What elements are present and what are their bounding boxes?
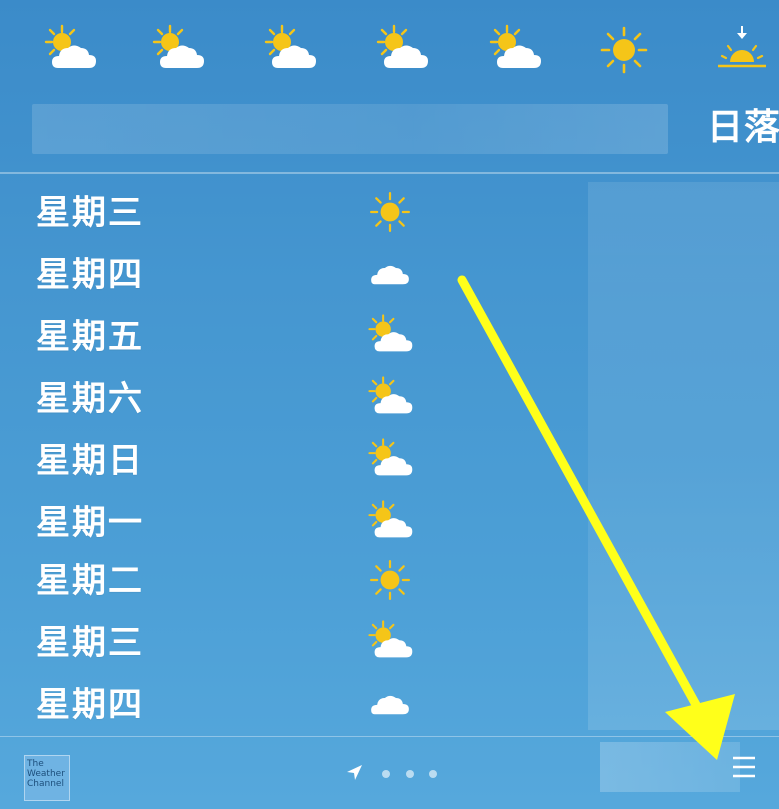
forecast-row[interactable]: 星期日 bbox=[0, 430, 560, 492]
partly-cloudy-icon bbox=[364, 436, 416, 484]
weather-channel-logo[interactable]: The Weather Channel bbox=[24, 755, 70, 801]
page-dot bbox=[406, 770, 414, 778]
forecast-row[interactable]: 星期六 bbox=[0, 368, 560, 430]
divider bbox=[0, 172, 779, 174]
sunset-icon bbox=[712, 22, 772, 78]
day-label: 星期四 bbox=[36, 255, 144, 295]
forecast-row[interactable]: 星期二 bbox=[0, 550, 560, 612]
day-label: 星期五 bbox=[36, 317, 144, 357]
partly-cloudy-icon bbox=[260, 22, 320, 78]
sun-icon bbox=[594, 22, 654, 78]
forecast-row[interactable]: 星期五 bbox=[0, 306, 560, 368]
bottom-toolbar: The Weather Channel bbox=[0, 736, 779, 809]
partly-cloudy-icon bbox=[148, 22, 208, 78]
cloud-icon bbox=[364, 250, 416, 298]
day-label: 星期四 bbox=[36, 685, 144, 725]
today-summary-bar: 日落 bbox=[0, 100, 779, 160]
page-dot bbox=[429, 770, 437, 778]
sun-icon bbox=[364, 188, 416, 236]
partly-cloudy-icon bbox=[364, 498, 416, 546]
blurred-summary-text bbox=[32, 104, 668, 154]
cloud-icon bbox=[364, 680, 416, 728]
page-indicator[interactable] bbox=[344, 763, 444, 783]
day-label: 星期二 bbox=[36, 561, 144, 601]
city-list-icon[interactable] bbox=[729, 752, 757, 782]
sunset-label: 日落 bbox=[707, 107, 779, 148]
forecast-row[interactable]: 星期一 bbox=[0, 492, 560, 554]
blurred-region bbox=[600, 742, 740, 792]
forecast-row[interactable]: 星期四 bbox=[0, 674, 560, 736]
hourly-forecast-strip bbox=[0, 0, 779, 100]
day-label: 星期一 bbox=[36, 503, 144, 543]
partly-cloudy-icon bbox=[485, 22, 545, 78]
location-arrow-icon bbox=[347, 765, 362, 780]
partly-cloudy-icon bbox=[364, 374, 416, 422]
divider bbox=[0, 736, 779, 737]
forecast-row[interactable]: 星期三 bbox=[0, 612, 560, 674]
day-label: 星期三 bbox=[36, 193, 144, 233]
day-label: 星期六 bbox=[36, 379, 144, 419]
day-label: 星期三 bbox=[36, 623, 144, 663]
partly-cloudy-icon bbox=[40, 22, 100, 78]
sun-icon bbox=[364, 556, 416, 604]
forecast-row[interactable]: 星期三 bbox=[0, 182, 560, 244]
partly-cloudy-icon bbox=[364, 618, 416, 666]
day-label: 星期日 bbox=[36, 441, 144, 481]
blurred-temperatures bbox=[588, 182, 779, 730]
partly-cloudy-icon bbox=[364, 312, 416, 360]
partly-cloudy-icon bbox=[372, 22, 432, 78]
forecast-row[interactable]: 星期四 bbox=[0, 244, 560, 306]
page-dot bbox=[382, 770, 390, 778]
